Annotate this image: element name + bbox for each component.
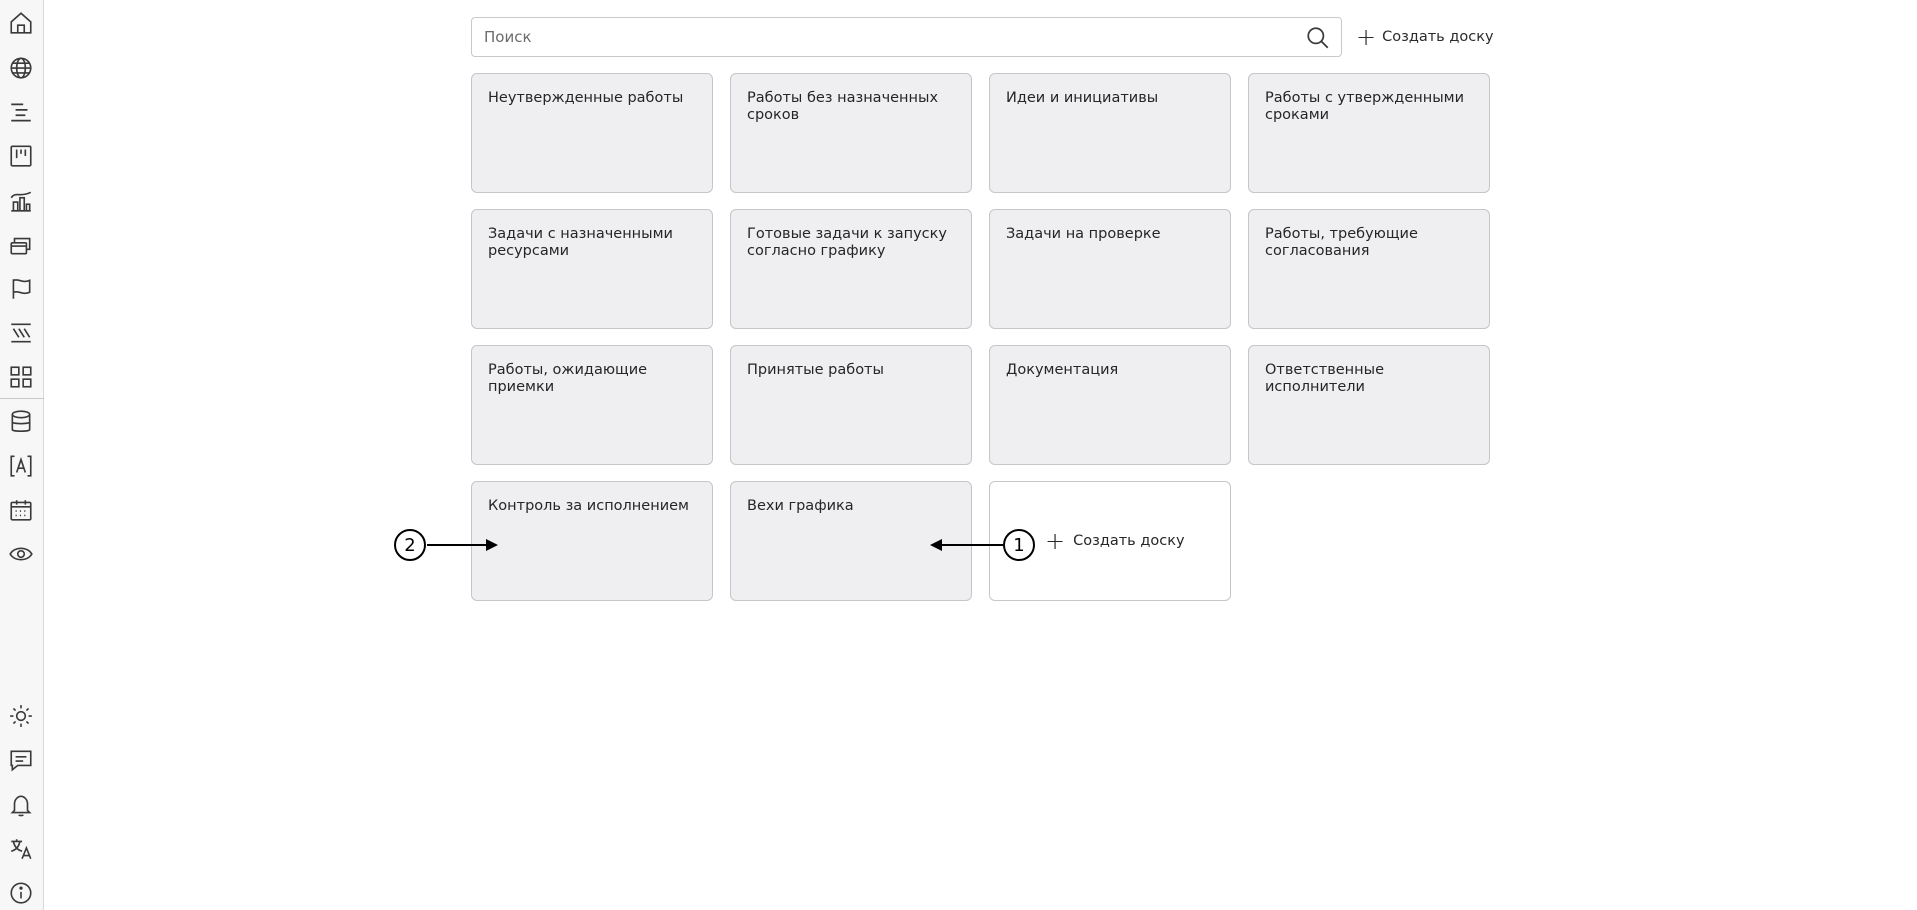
board-title: Работы с утвержденными сроками <box>1265 90 1465 123</box>
analytics-icon[interactable] <box>7 187 35 215</box>
board-title: Ответственные исполнители <box>1265 362 1384 395</box>
board-card[interactable]: Работы, ожидающие приемки <box>471 345 713 465</box>
board-card[interactable]: Неутвержденные работы <box>471 73 713 193</box>
plus-icon: + <box>1045 527 1066 555</box>
sun-icon[interactable] <box>7 702 35 730</box>
globe-icon[interactable] <box>7 54 35 82</box>
new-board-label: Создать доску <box>1073 533 1185 549</box>
board-card[interactable]: Задачи с назначенными ресурсами <box>471 209 713 329</box>
plus-icon: + <box>1356 23 1377 51</box>
bell-icon[interactable] <box>7 791 35 819</box>
board-title: Задачи с назначенными ресурсами <box>488 226 673 259</box>
flag-icon[interactable] <box>7 275 35 303</box>
board-card[interactable]: Контроль за исполнением <box>471 481 713 601</box>
sidebar-divider <box>0 398 44 399</box>
board-title: Неутвержденные работы <box>488 90 684 106</box>
board-title: Работы без назначенных сроков <box>747 90 939 123</box>
eye-icon[interactable] <box>7 540 35 568</box>
create-board-label: Создать доску <box>1382 29 1494 45</box>
board-title: Вехи графика <box>747 498 854 514</box>
create-board-button[interactable]: + Создать доску <box>1356 25 1494 49</box>
board-card[interactable]: Принятые работы <box>730 345 972 465</box>
search-icon[interactable] <box>1305 25 1331 51</box>
sidebar <box>0 0 44 910</box>
board-card[interactable]: Документация <box>989 345 1231 465</box>
info-icon[interactable] <box>7 879 35 907</box>
board-card[interactable]: Работы, требующие согласования <box>1248 209 1490 329</box>
callout-1-label: 1 <box>1013 534 1025 556</box>
timeline-icon[interactable] <box>7 319 35 347</box>
list-tree-icon[interactable] <box>7 98 35 126</box>
board-title: Документация <box>1006 362 1119 378</box>
board-title: Контроль за исполнением <box>488 498 689 514</box>
board-card[interactable]: Готовые задачи к запуску согласно график… <box>730 209 972 329</box>
board-title: Работы, ожидающие приемки <box>488 362 648 395</box>
board-card[interactable]: Вехи графика <box>730 481 972 601</box>
kanban-icon[interactable] <box>7 142 35 170</box>
board-card[interactable]: Задачи на проверке <box>989 209 1231 329</box>
calendar-icon[interactable] <box>7 496 35 524</box>
database-icon[interactable] <box>7 408 35 436</box>
search-box <box>471 17 1342 57</box>
callout-1: 1 <box>1003 529 1035 561</box>
text-variable-icon[interactable] <box>7 452 35 480</box>
boards-grid: Неутвержденные работы Работы без назначе… <box>471 73 1490 601</box>
board-card[interactable]: Работы без назначенных сроков <box>730 73 972 193</box>
layers-icon[interactable] <box>7 231 35 259</box>
board-card[interactable]: Работы с утвержденными сроками <box>1248 73 1490 193</box>
chat-icon[interactable] <box>7 746 35 774</box>
board-card[interactable]: Ответственные исполнители <box>1248 345 1490 465</box>
callout-2-label: 2 <box>404 534 416 556</box>
search-input[interactable] <box>472 18 1292 56</box>
board-title: Работы, требующие согласования <box>1265 226 1418 259</box>
board-title: Готовые задачи к запуску согласно график… <box>747 226 947 259</box>
board-title: Задачи на проверке <box>1006 226 1161 242</box>
home-icon[interactable] <box>7 9 35 37</box>
callout-2: 2 <box>394 529 426 561</box>
translate-icon[interactable] <box>7 835 35 863</box>
grid-icon[interactable] <box>7 363 35 391</box>
board-card[interactable]: Идеи и инициативы <box>989 73 1231 193</box>
board-title: Идеи и инициативы <box>1006 90 1159 106</box>
board-title: Принятые работы <box>747 362 884 378</box>
